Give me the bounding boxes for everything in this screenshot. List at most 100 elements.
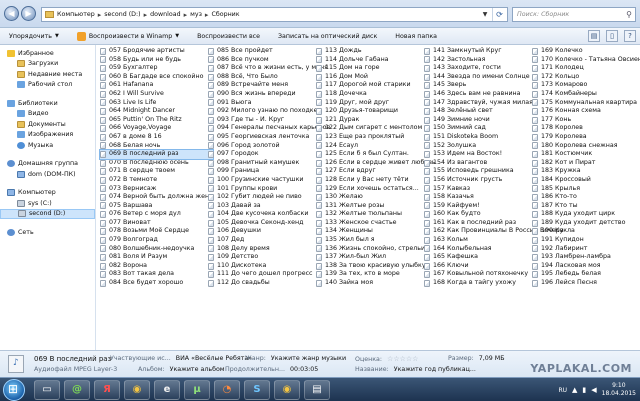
sidebar-computer[interactable]: Компьютер <box>0 188 95 199</box>
start-button[interactable] <box>3 379 25 401</box>
sidebar-item-video[interactable]: Видео <box>0 109 95 120</box>
file-item[interactable]: 130 Желаю <box>316 193 436 202</box>
file-item[interactable]: 090 Вся жизнь впереди <box>208 90 330 99</box>
file-item[interactable]: 132 Желтые тюльпаны <box>316 210 436 219</box>
sidebar-network[interactable]: Сеть <box>0 227 95 238</box>
sidebar-item-documents[interactable]: Документы <box>0 119 95 130</box>
file-item[interactable]: 074 Верной быть должна жена <box>100 193 213 202</box>
sidebar-favorites[interactable]: Избранное <box>0 48 95 59</box>
sidebar-item-images[interactable]: Изображения <box>0 130 95 141</box>
file-item[interactable]: 189 Куда уходит детство <box>532 219 640 228</box>
file-item[interactable]: 108 Делу время <box>208 245 330 254</box>
file-item[interactable]: 127 Если вдруг <box>316 167 436 176</box>
year-field[interactable]: Укажите год публикац... <box>394 366 476 373</box>
skype-taskbar-icon[interactable]: S <box>244 380 270 400</box>
file-item[interactable]: 070 В последнюю осень <box>100 159 213 168</box>
breadcrumb-drive[interactable]: second (D:) ▸ <box>104 11 150 19</box>
file-item[interactable]: 170 Колечко - Татьяна Овсиенко <box>532 56 640 65</box>
chrome-taskbar-icon-2[interactable]: ◉ <box>274 380 300 400</box>
file-item[interactable]: 137 Жил-был Жил <box>316 253 436 262</box>
file-item[interactable]: 096 Город золотой <box>208 142 330 151</box>
file-item[interactable]: 099 Граница <box>208 167 330 176</box>
file-item[interactable]: 060 В Багдаде все спокойно <box>100 73 213 82</box>
file-item[interactable]: 098 Гранитный камушек <box>208 159 330 168</box>
sidebar-item-dom-pc[interactable]: dom (DOM-ПК) <box>0 169 95 180</box>
file-item[interactable]: 100 Грузинские частушки <box>208 176 330 185</box>
play-all-button[interactable]: Воспроизвести все <box>188 33 269 40</box>
file-item[interactable]: 076 Ветер с моря дул <box>100 210 213 219</box>
file-item[interactable]: 134 Женщины <box>316 227 436 236</box>
file-item[interactable]: 193 Ламбрен-ламбра <box>532 253 640 262</box>
preview-pane-icon[interactable]: ▯ <box>606 30 618 42</box>
refresh-icon[interactable]: ⟳ <box>492 8 506 21</box>
file-item[interactable]: 092 Милого узнаю по походке <box>208 107 330 116</box>
forward-button[interactable]: ▶ <box>21 6 36 21</box>
file-item[interactable]: 176 Конная схема <box>532 107 640 116</box>
file-item[interactable]: 117 Дорогой мой старики <box>316 81 436 90</box>
file-item[interactable]: 186 Кто-то <box>532 193 640 202</box>
file-item[interactable]: 067 в доме 8 16 <box>100 133 213 142</box>
file-item[interactable]: 080 Волшебник-недоучка <box>100 245 213 254</box>
file-item[interactable]: 059 Бухгалтер <box>100 64 213 73</box>
file-item[interactable]: 066 Voyage,Voyage <box>100 124 213 133</box>
file-item[interactable]: 114 Дольче Габана <box>316 56 436 65</box>
file-item[interactable]: 122 Дым сигарет с ментолом <box>316 124 436 133</box>
ok-taskbar-icon[interactable]: ◔ <box>214 380 240 400</box>
file-item[interactable]: 061 Hafanana <box>100 81 213 90</box>
chrome-taskbar-icon[interactable]: ◉ <box>124 380 150 400</box>
file-item[interactable]: 058 Будь или не будь <box>100 56 213 65</box>
file-item[interactable]: 062 I Will Survive <box>100 90 213 99</box>
file-item[interactable]: 169 Колечко <box>532 47 640 56</box>
file-item[interactable]: 097 Городок <box>208 150 330 159</box>
genre-field[interactable]: Укажите жанр музыки <box>271 355 346 362</box>
breadcrumb-muz[interactable]: муз ▸ <box>190 11 211 19</box>
file-item[interactable]: 178 Королев <box>532 124 640 133</box>
file-item[interactable]: 138 За твою красивую улыбку <box>316 262 436 271</box>
file-item[interactable]: 112 До свадьбы <box>208 279 330 288</box>
file-item[interactable]: 135 Жил был я <box>316 236 436 245</box>
file-item[interactable]: 063 Live Is Life <box>100 99 213 108</box>
utorrent-taskbar-icon[interactable]: µ <box>184 380 210 400</box>
sidebar-item-drive-d[interactable]: second (D:) <box>0 208 95 219</box>
file-item[interactable]: 075 Варшава <box>100 202 213 211</box>
file-item[interactable]: 082 Ворона <box>100 262 213 271</box>
file-item[interactable]: 172 Кольцо <box>532 73 640 82</box>
album-field[interactable]: Укажите альбом <box>170 366 225 373</box>
file-item[interactable]: 083 Вот такая дела <box>100 270 213 279</box>
file-item[interactable]: 119 Друг, мой друг <box>316 99 436 108</box>
breadcrumb-download[interactable]: download ▸ <box>150 11 190 19</box>
rating-stars[interactable]: ☆☆☆☆☆ <box>387 355 418 363</box>
file-item[interactable]: 184 Кроссовый <box>532 176 640 185</box>
file-item[interactable]: 123 Еще раз проклятый <box>316 133 436 142</box>
file-item[interactable]: 086 Все пучком <box>208 56 330 65</box>
file-item[interactable]: 139 За тех, кто в море <box>316 270 436 279</box>
file-item[interactable]: 087 Всё что в жизни есть, у меня <box>208 64 330 73</box>
sidebar-homegroup[interactable]: Домашняя группа <box>0 159 95 170</box>
burn-disc-button[interactable]: Записать на оптический диск <box>269 33 386 40</box>
file-item[interactable]: 065 Puttin' On The Ritz <box>100 116 213 125</box>
file-item[interactable]: 182 Кот и Пират <box>532 159 640 168</box>
sidebar-item-recent[interactable]: Недавние места <box>0 69 95 80</box>
sidebar-item-music[interactable]: Музыка <box>0 140 95 151</box>
ie-taskbar-icon[interactable]: e <box>154 380 180 400</box>
file-item[interactable]: 187 Кто ты <box>532 202 640 211</box>
file-item[interactable]: 179 Королева <box>532 133 640 142</box>
back-button[interactable]: ◀ <box>4 6 19 21</box>
file-item[interactable]: 131 Желтые розы <box>316 202 436 211</box>
file-item[interactable]: 191 Купидон <box>532 236 640 245</box>
file-item[interactable]: 079 Волгоград <box>100 236 213 245</box>
yandex-taskbar-icon[interactable]: Я <box>94 380 120 400</box>
file-item[interactable]: 171 Колодец <box>532 64 640 73</box>
file-item[interactable]: 068 Белая ночь <box>100 142 213 151</box>
file-item[interactable]: 102 Губит людей не пиво <box>208 193 330 202</box>
file-item[interactable]: 101 Группы крови <box>208 185 330 194</box>
breadcrumb-sbornik[interactable]: Сборник <box>211 11 239 18</box>
file-item[interactable]: 073 Вернисаж <box>100 185 213 194</box>
file-item[interactable]: 078 Возьми Моё Сердце <box>100 227 213 236</box>
file-item[interactable]: 094 Генералы песчаных карьеров <box>208 124 330 133</box>
file-item[interactable]: 173 Комарово <box>532 81 640 90</box>
file-item[interactable]: 091 Вьюга <box>208 99 330 108</box>
breadcrumb-computer[interactable]: Компьютер ▸ <box>57 11 104 19</box>
file-item[interactable]: 125 Если б я был Султан. <box>316 150 436 159</box>
file-item[interactable]: 195 Лебедь белая <box>532 270 640 279</box>
